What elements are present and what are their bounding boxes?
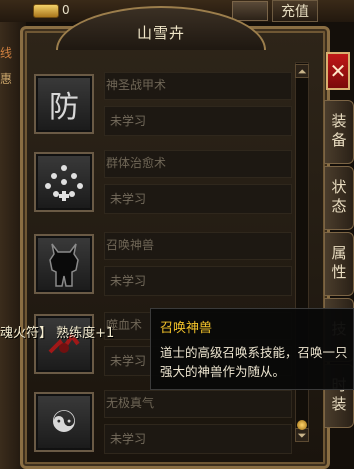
background-text: 惠 [0, 72, 13, 86]
skill-status: 未学习 [110, 192, 147, 206]
skill-status: 未学习 [110, 432, 147, 446]
skill-name: 无极真气 [106, 396, 155, 410]
group-heal-icon[interactable] [34, 152, 94, 212]
yin-yang-icon[interactable]: ☯ [34, 392, 94, 452]
tab-status[interactable]: 状态 [324, 166, 354, 230]
skill-list: 防 神圣战甲术 未学习 群体治愈术 未学习 召唤神兽 未学习 噬血术 未学习 ☯… [30, 62, 294, 464]
skill-row[interactable]: 防 神圣战甲术 未学习 [30, 68, 294, 144]
tab-attributes[interactable]: 属性 [324, 232, 354, 296]
chat-overlay-text: 魂火符】 熟练度+1 [0, 326, 115, 341]
tab-equipment[interactable]: 装备 [324, 100, 354, 164]
skill-name: 群体治愈术 [106, 156, 167, 170]
summon-beast-icon [49, 243, 79, 287]
scroll-down-icon[interactable]: ⏷ [295, 428, 309, 442]
skill-tooltip: 召唤神兽 道士的高级召唤系技能，召唤一只强大的神兽作为随从。 [150, 308, 354, 390]
scroll-up-icon[interactable]: ⏶ [295, 64, 309, 78]
background-text: 线 [0, 46, 13, 60]
summon-beast-icon[interactable] [34, 234, 94, 294]
skill-status: 未学习 [110, 274, 147, 288]
skill-glyph: 防 [49, 90, 79, 125]
panel-title: 山雪卉 [136, 24, 185, 42]
tooltip-description: 道士的高级召唤系技能，召唤一只强大的神兽作为随从。 [160, 345, 348, 379]
recharge-button[interactable]: 充值 [272, 0, 318, 22]
gold-ingot-icon [33, 4, 59, 18]
gold-value: 0 [62, 3, 70, 17]
scroll-thumb[interactable] [297, 420, 307, 430]
defense-glyph-icon[interactable]: 防 [34, 74, 94, 134]
top-bar-button[interactable] [232, 1, 268, 21]
skill-status: 未学习 [110, 114, 147, 128]
skill-name: 神圣战甲术 [106, 78, 167, 92]
skill-row[interactable]: 召唤神兽 未学习 [30, 228, 294, 304]
group-heal-icon [45, 165, 83, 201]
close-icon: ✕ [329, 59, 347, 83]
skill-status: 未学习 [110, 354, 147, 368]
skill-glyph: ☯ [50, 404, 78, 440]
skill-row[interactable]: 群体治愈术 未学习 [30, 146, 294, 222]
tooltip-title: 召唤神兽 [160, 321, 213, 336]
close-button[interactable]: ✕ [326, 52, 350, 90]
skill-row[interactable]: ☯ 无极真气 未学习 [30, 386, 294, 462]
skill-name: 召唤神兽 [106, 238, 155, 252]
